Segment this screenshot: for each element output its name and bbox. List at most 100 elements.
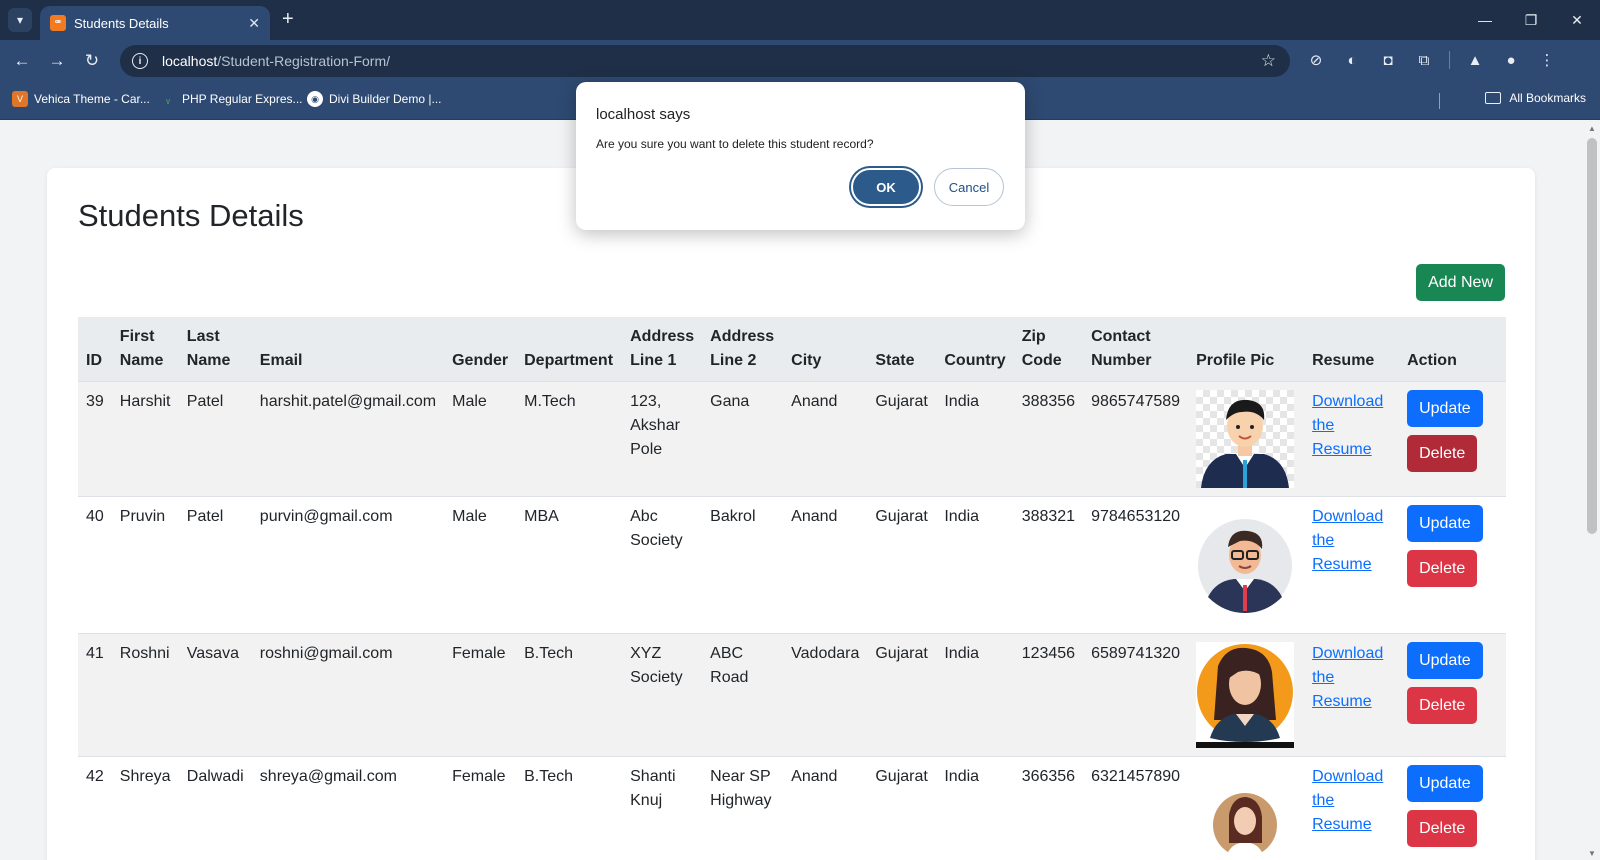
cell-state: Gujarat [867,756,937,860]
cancel-button[interactable]: Cancel [934,168,1004,206]
students-card: Students Details Add New ID First Name L… [47,168,1535,860]
header-email: Email [251,317,445,382]
camera-icon[interactable]: ◘ [1377,49,1399,71]
cell-contact: 6589741320 [1083,633,1189,757]
cell-gender: Female [444,633,517,757]
page-scrollbar[interactable]: ▲ ▼ [1584,120,1600,860]
scroll-up-icon[interactable]: ▲ [1588,124,1596,133]
window-controls: — ❐ ✕ [1462,0,1600,40]
profile-icon[interactable]: ● [1500,49,1522,71]
info-icon[interactable]: i [132,53,148,69]
compass-icon[interactable]: ⊘ [1305,49,1327,71]
cell-action: Update Delete [1399,496,1506,634]
table-header-row: ID First Name Last Name Email Gender Dep… [78,317,1506,382]
update-button[interactable]: Update [1407,765,1483,802]
download-resume-link[interactable]: Download the Resume [1312,645,1383,710]
header-last-name: Last Name [178,317,252,382]
cell-zip: 123456 [1013,633,1084,757]
header-department: Department [516,317,623,382]
restore-button[interactable]: ❐ [1508,0,1554,40]
bookmark-vehica[interactable]: V Vehica Theme - Car... [12,91,150,107]
cell-city: Anand [783,381,868,497]
tab-students-details[interactable]: ꟹ Students Details ✕ [40,6,270,40]
page-viewport: Students Details Add New ID First Name L… [0,120,1600,860]
delete-button[interactable]: Delete [1407,435,1478,472]
female-avatar-small-icon [1213,793,1278,857]
drive-icon[interactable]: ▲ [1464,49,1486,71]
header-first-name: First Name [111,317,179,382]
cell-address2: ABC Road [702,633,784,757]
cell-id: 39 [78,381,112,497]
ok-button[interactable]: OK [851,168,921,206]
header-resume: Resume [1304,317,1400,382]
back-button[interactable]: ← [10,49,34,73]
cell-resume: Download the Resume [1304,633,1400,757]
update-button[interactable]: Update [1407,390,1483,427]
cell-resume: Download the Resume [1304,381,1400,497]
address-bar[interactable]: i localhost/Student-Registration-Form/ ☆ [120,45,1290,77]
download-resume-link[interactable]: Download the Resume [1312,768,1383,833]
url-path: /Student-Registration-Form/ [217,53,390,69]
cell-country: India [936,633,1014,757]
cell-state: Gujarat [867,633,937,757]
plus-icon: + [282,8,294,30]
bookmark-label: PHP Regular Expres... [182,92,303,106]
cell-profile-pic [1188,381,1305,497]
cell-gender: Male [444,381,517,497]
minimize-button[interactable]: — [1462,0,1508,40]
cell-first-name: Pruvin [111,496,179,634]
close-icon[interactable]: ✕ [248,15,260,32]
reload-button[interactable]: ↻ [80,49,104,73]
header-zip: Zip Code [1013,317,1084,382]
scroll-down-icon[interactable]: ▼ [1588,849,1596,858]
cell-gender: Female [444,756,517,860]
bookmark-php-regex[interactable]: ᵥ PHP Regular Expres... [160,91,303,107]
download-resume-link[interactable]: Download the Resume [1312,393,1383,458]
table-row: 41 Roshni Vasava roshni@gmail.com Female… [78,633,1506,757]
students-table: ID First Name Last Name Email Gender Dep… [78,317,1506,860]
update-button[interactable]: Update [1407,642,1483,679]
extension-icons: ⊘ ◐ ◘ ⧉ ▲ ● ⋮ [1305,49,1558,71]
cell-profile-pic [1188,756,1305,860]
cell-state: Gujarat [867,496,937,634]
cell-last-name: Dalwadi [178,756,252,860]
cell-zip: 366356 [1013,756,1084,860]
bookmark-divi[interactable]: ◉ Divi Builder Demo |... [307,91,441,107]
tab-title: Students Details [74,15,169,31]
puzzle-icon[interactable]: ⧉ [1413,49,1435,71]
cell-id: 42 [78,756,112,860]
header-address1: Address Line 1 [622,317,703,382]
download-resume-link[interactable]: Download the Resume [1312,508,1383,573]
scrollbar-thumb[interactable] [1587,138,1597,534]
star-icon[interactable]: ☆ [1261,51,1276,71]
cell-address2: Near SP Highway [702,756,784,860]
cell-department: B.Tech [516,756,623,860]
header-profile-pic: Profile Pic [1188,317,1305,382]
female-avatar-icon [1196,644,1295,748]
tab-search-button[interactable]: ▾ [8,8,32,32]
url-host: localhost [162,53,218,69]
delete-button[interactable]: Delete [1407,810,1478,847]
restore-icon: ❐ [1524,11,1538,28]
cell-address2: Bakrol [702,496,784,634]
avatar [1196,390,1295,488]
xampp-icon: ꟹ [50,15,66,31]
close-window-button[interactable]: ✕ [1554,0,1600,40]
cell-email: shreya@gmail.com [251,756,445,860]
update-button[interactable]: Update [1407,505,1483,542]
delete-button[interactable]: Delete [1407,550,1478,587]
delete-button[interactable]: Delete [1407,687,1478,724]
cell-country: India [936,756,1014,860]
cell-last-name: Patel [178,496,252,634]
new-tab-button[interactable]: + [282,8,294,30]
cell-address1: 123, Akshar Pole [622,381,703,497]
cell-email: roshni@gmail.com [251,633,445,757]
all-bookmarks[interactable]: All Bookmarks [1485,91,1586,105]
reload-icon: ↻ [84,51,100,70]
add-new-button[interactable]: Add New [1416,264,1505,301]
grammarly-icon[interactable]: ◐ [1341,49,1363,71]
avatar [1196,765,1294,860]
bookmark-label: Vehica Theme - Car... [34,92,150,106]
kebab-menu-icon[interactable]: ⋮ [1536,49,1558,71]
forward-button[interactable]: → [45,49,69,73]
